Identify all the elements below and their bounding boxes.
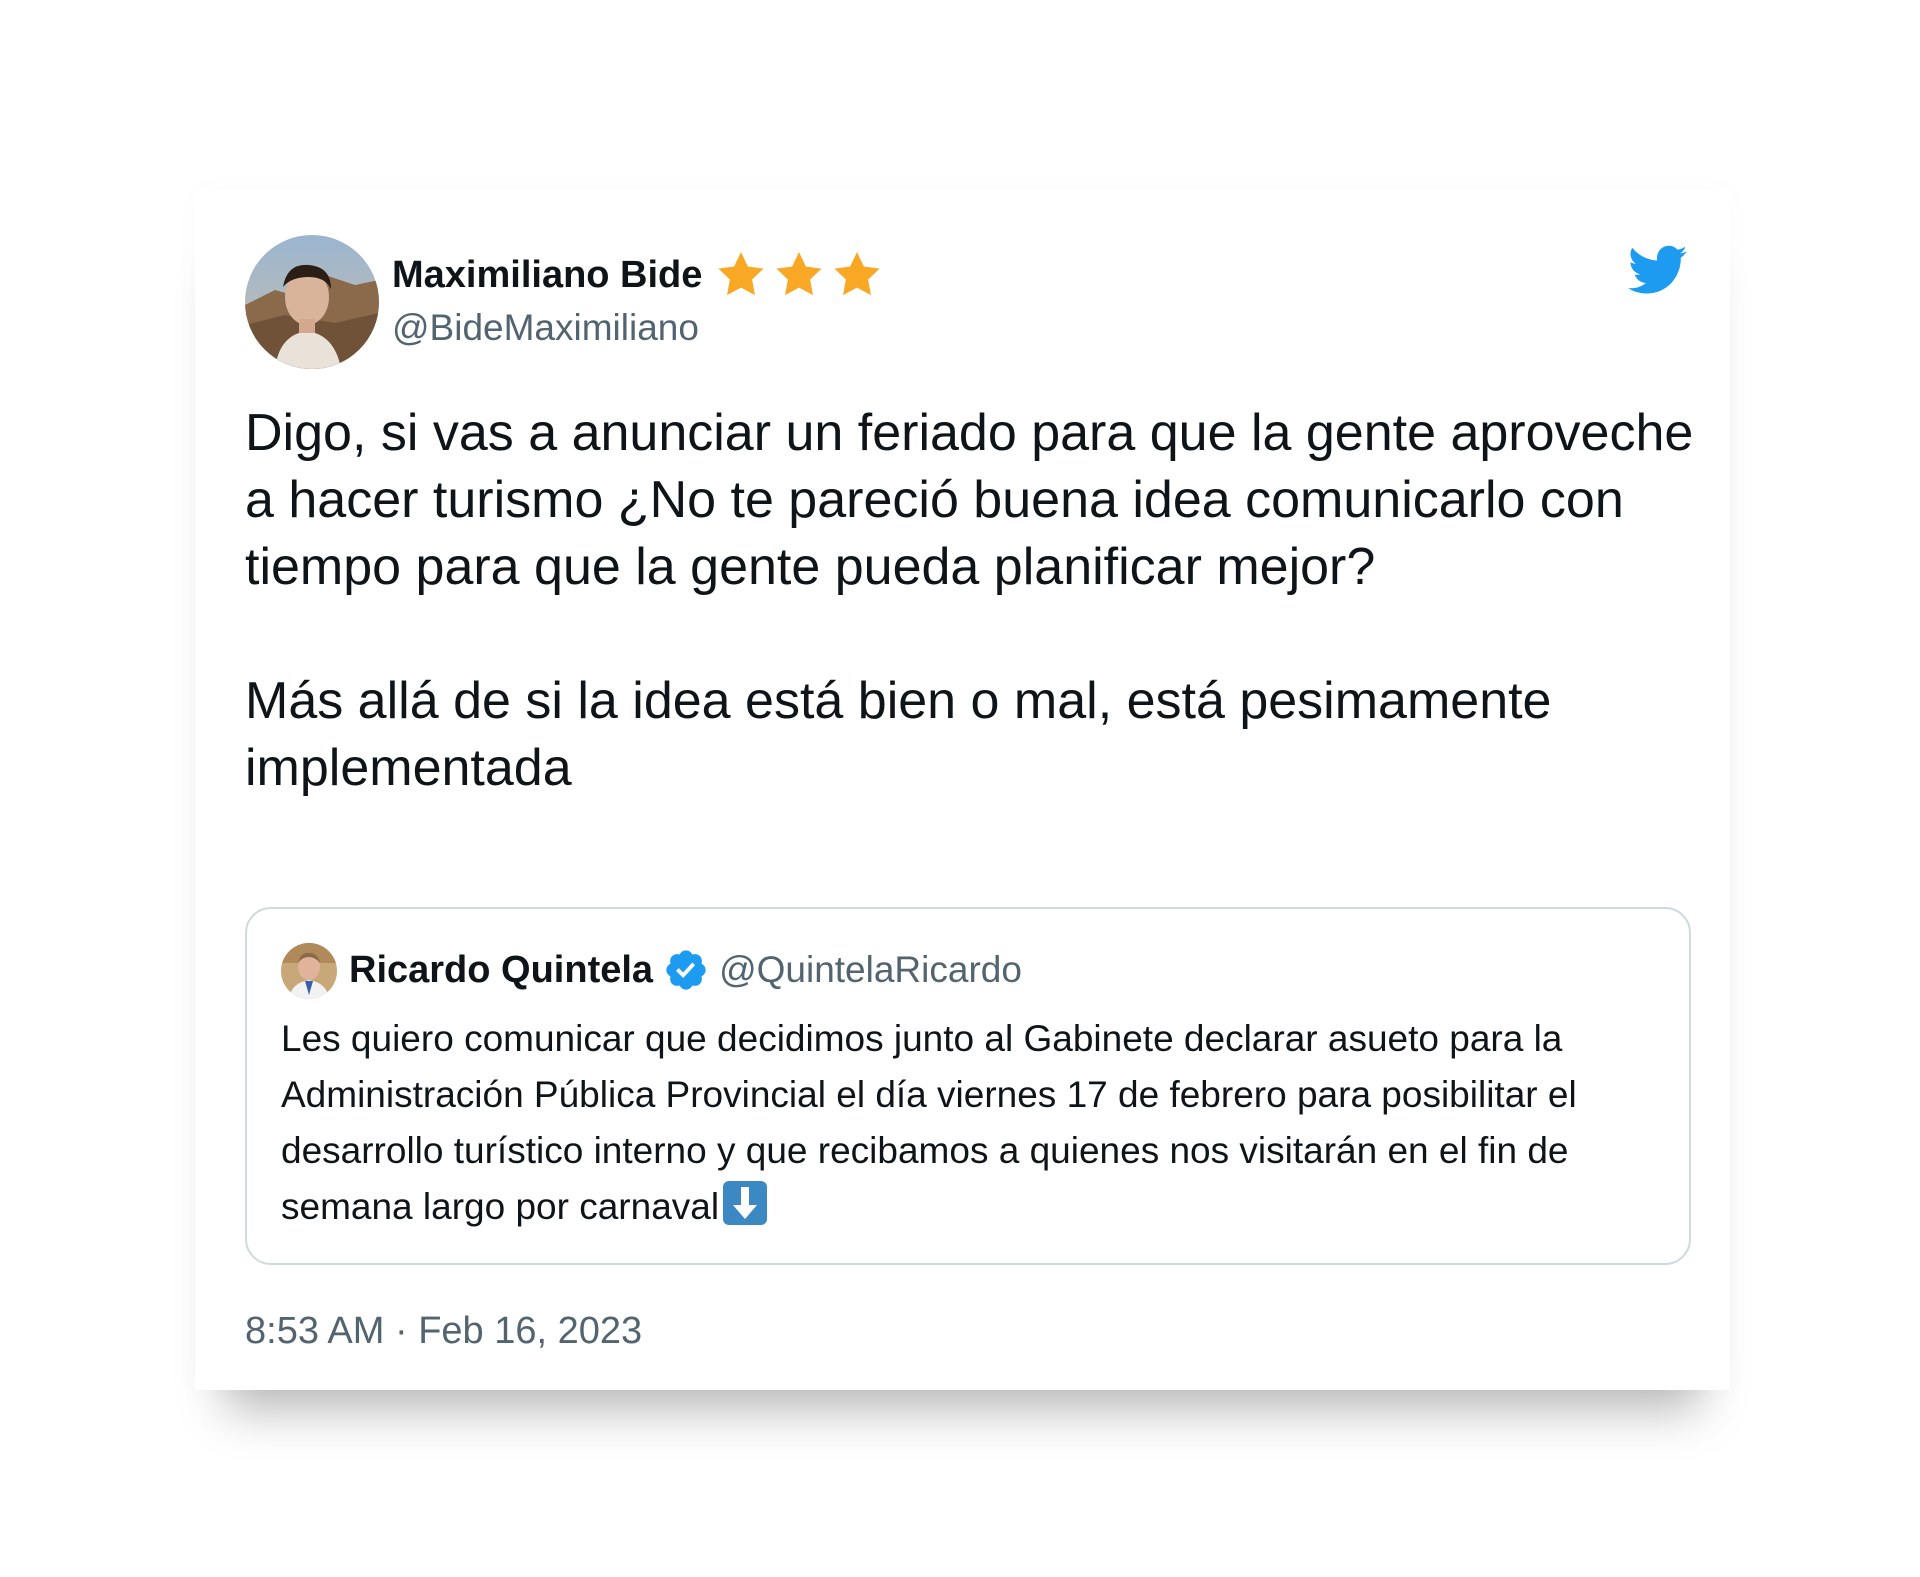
star-icon — [776, 252, 823, 296]
quoted-tweet-body: Les quiero comunicar que decidimos junto… — [281, 1018, 1577, 1227]
tweet-text: Digo, si vas a anunciar un feriado para … — [245, 400, 1705, 802]
author-badges — [714, 248, 884, 302]
down-arrow-emoji-icon — [723, 1181, 768, 1225]
author-handle[interactable]: @BideMaximiliano — [392, 306, 699, 350]
author-avatar[interactable] — [245, 235, 379, 369]
quoted-tweet-text: Les quiero comunicar que decidimos junto… — [281, 1011, 1671, 1235]
quoted-author-handle[interactable]: @QuintelaRicardo — [719, 947, 1022, 993]
tweet-paragraph: Digo, si vas a anunciar un feriado para … — [245, 404, 1694, 596]
quoted-header: Ricardo Quintela @QuintelaRicardo — [349, 947, 1022, 993]
quoted-author-avatar[interactable] — [281, 943, 337, 999]
author-name[interactable]: Maximiliano Bide — [392, 252, 702, 298]
star-icon — [834, 252, 881, 296]
author-name-row: Maximiliano Bide — [392, 248, 884, 302]
quoted-tweet[interactable]: Ricardo Quintela @QuintelaRicardo Les qu… — [245, 907, 1691, 1265]
tweet-paragraph: Más allá de si la idea está bien o mal, … — [245, 672, 1552, 797]
tweet-card: Maximiliano Bide @BideMaximiliano Digo, … — [195, 190, 1730, 1390]
twitter-bird-icon — [1628, 245, 1687, 294]
quoted-author-name[interactable]: Ricardo Quintela — [349, 947, 653, 993]
star-icon — [718, 252, 765, 296]
verified-badge-icon — [666, 950, 706, 990]
tweet-timestamp[interactable]: 8:53 AM · Feb 16, 2023 — [245, 1308, 642, 1354]
